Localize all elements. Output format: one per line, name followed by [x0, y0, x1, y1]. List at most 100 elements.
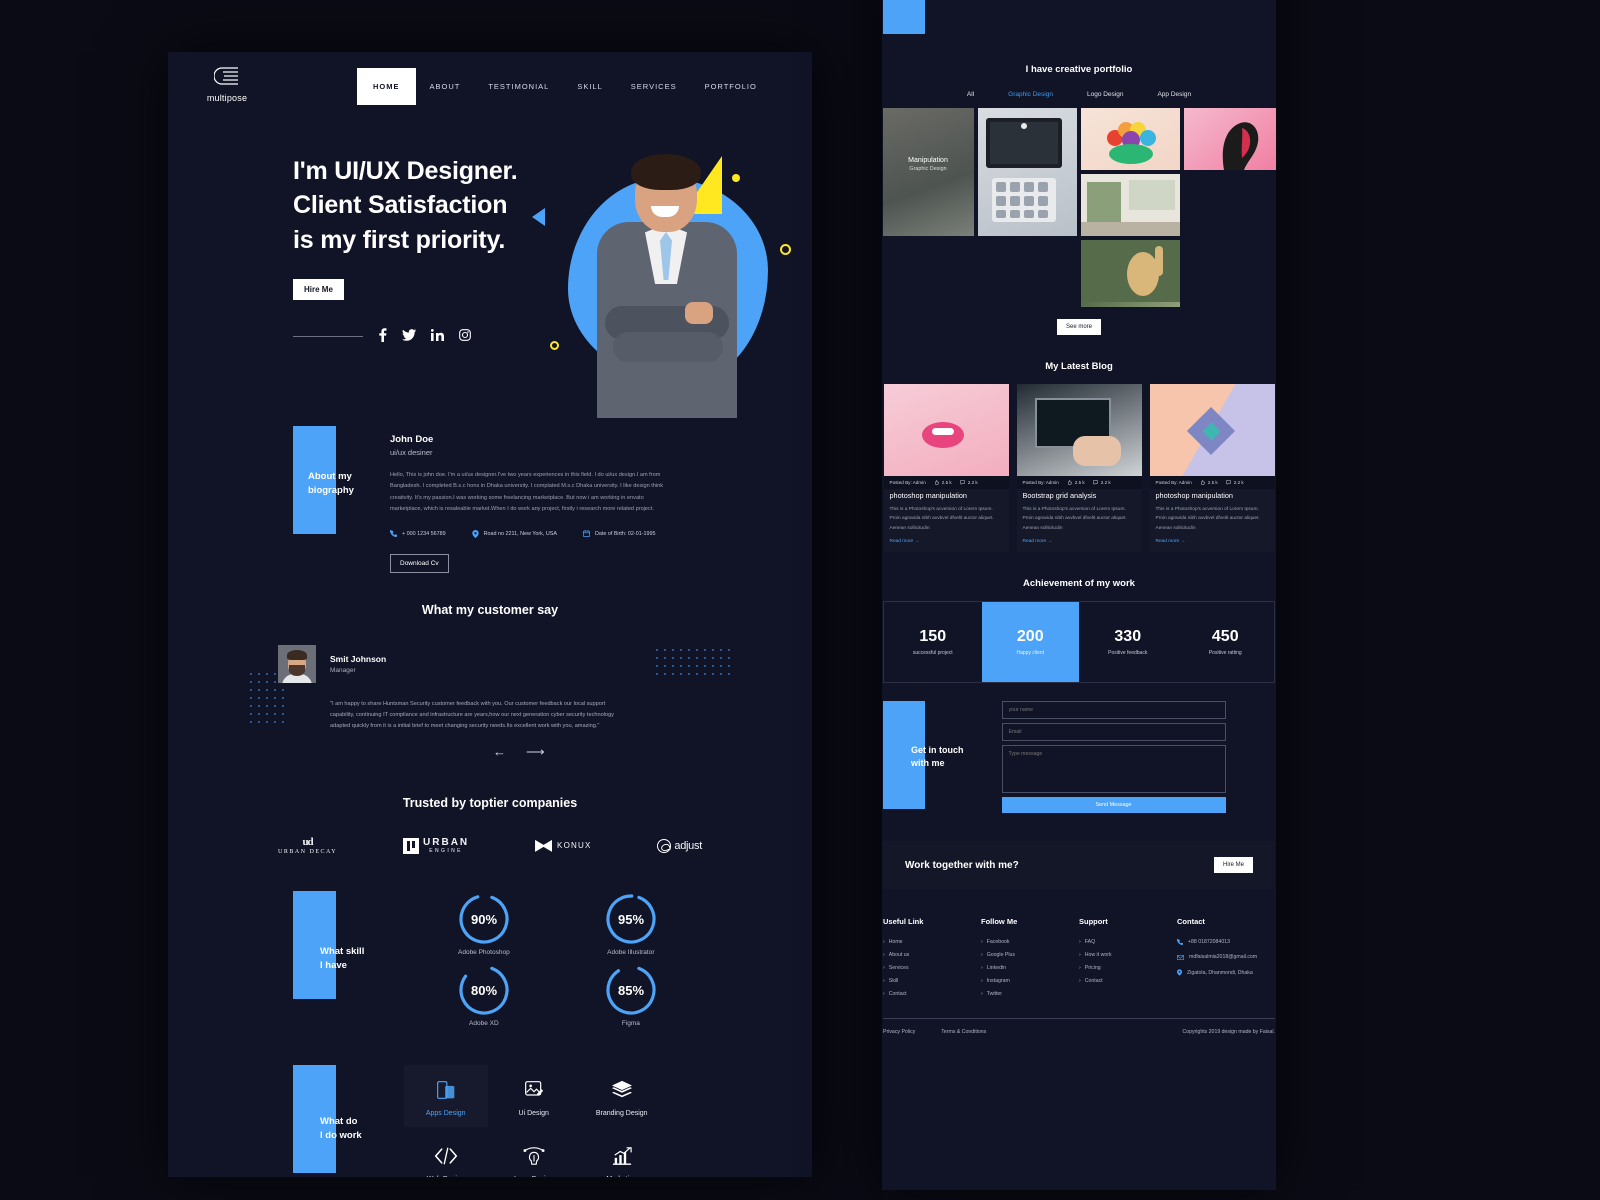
blog-likes: 2.5 k [1200, 480, 1218, 485]
footer-link-contact[interactable]: › Contact [883, 991, 981, 997]
service-card-marketing[interactable]: Marketing [580, 1131, 664, 1177]
footer-link-contact-support[interactable]: › Contact [1079, 978, 1177, 984]
nav-item-home[interactable]: HOME [357, 67, 416, 105]
footer-link-skill[interactable]: › Skill [883, 978, 981, 984]
portfolio-item-manipulation[interactable]: Manipulation Graphic Design [882, 108, 974, 236]
portfolio-item[interactable] [1080, 240, 1180, 307]
bio-phone: + 000 1234 56789 [390, 530, 446, 538]
email-input[interactable] [1001, 723, 1226, 742]
progress-ring-photoshop: 90% [459, 894, 509, 944]
hero-line-3: is my first priority. [293, 225, 506, 254]
testimonial-title: What my customer say [421, 602, 559, 617]
instagram-icon[interactable] [459, 328, 471, 344]
blog-card[interactable]: Posted By: Admin 2.5 k 2.2 k photoshop m… [883, 384, 1009, 553]
chevron-right-icon: › [883, 939, 885, 946]
chevron-right-icon: › [1079, 965, 1081, 972]
portfolio-filter-logo-design[interactable]: Logo Design [1087, 91, 1124, 98]
nav-item-portfolio[interactable]: PORTFOLIO [691, 70, 771, 103]
facebook-icon[interactable] [378, 328, 387, 345]
service-card-web-design-2[interactable]: Web Design [974, 0, 1058, 34]
portfolio-filters: All Graphic Design Logo Design App Desig… [882, 91, 1276, 98]
portfolio-item[interactable] [1183, 108, 1276, 170]
portfolio-item-category: Graphic Design [909, 165, 947, 172]
bar-chart-arrow-icon [584, 1143, 660, 1169]
portfolio-filter-app-design[interactable]: App Design [1157, 91, 1191, 98]
footer-column-useful-link: Useful Link › Home › About us › Services › S… [883, 917, 981, 1004]
progress-ring-xd: 80% [459, 965, 509, 1015]
location-pin-icon [1177, 969, 1182, 976]
service-label: Web Design [408, 1176, 484, 1177]
urban-engine-text: URBAN [423, 837, 470, 849]
code-brackets-icon [408, 1143, 484, 1169]
portfolio-filter-all[interactable]: All [967, 91, 974, 98]
bio-address: Road no 2211, New York, USA [471, 529, 557, 538]
blog-read-more-link[interactable]: Read more → [1017, 533, 1142, 552]
testimonial-author: Smit Johnson Manager [278, 644, 702, 683]
name-input[interactable] [1001, 701, 1226, 720]
nav-item-services[interactable]: SERVICES [617, 70, 691, 103]
services-section-continued: What do I do work Web Design Logo Design [883, 0, 1275, 34]
footer-link-how-it-work[interactable]: › How it work [1079, 952, 1177, 958]
blog-read-more-link[interactable]: Read more → [884, 533, 1009, 552]
footer-link-about-us[interactable]: › About us [883, 952, 981, 958]
footer-link-pricing[interactable]: › Pricing [1079, 965, 1177, 971]
footer-link-services[interactable]: › Services [883, 965, 981, 971]
brand-logo-urban-engine: URBAN ENGINE [403, 837, 469, 854]
blog-card[interactable]: Posted By: Admin 2.5 k 2.2 k photoshop m… [1149, 384, 1275, 553]
footer-link-google-plus[interactable]: › Google Plus [981, 952, 1079, 958]
portfolio-item[interactable] [977, 108, 1077, 236]
service-card-web-design[interactable]: Web Design [404, 1131, 488, 1177]
footer-link-home[interactable]: › Home [883, 939, 981, 945]
linkedin-icon[interactable] [430, 328, 444, 344]
nav-item-testimonial[interactable]: TESTIMONIAL [474, 70, 563, 103]
avatar [278, 644, 316, 683]
service-card-apps-design[interactable]: Apps Design [403, 1065, 488, 1128]
footer-link-facebook[interactable]: › Facebook [981, 939, 1079, 945]
blog-card[interactable]: Posted By: Admin 2.5 k 2.2 k Bootstrap g… [1016, 384, 1142, 553]
yellow-ring-small-icon [550, 341, 559, 350]
service-card-logo-design-2[interactable]: Logo Design [1062, 0, 1146, 34]
services-grid-2: Web Design Logo Design Marketing [974, 0, 1234, 34]
page-preview-bottom: What do I do work Web Design Logo Design [882, 0, 1276, 1190]
footer-link-twitter[interactable]: › Twitter [981, 991, 1079, 997]
testimonial-section: What my customer say Smit Johnson Manage… [168, 603, 812, 761]
terms-conditions-link[interactable]: Terms & Conditions [941, 1029, 986, 1035]
hero-line-1: I'm UI/UX Designer. [293, 157, 518, 185]
twitter-icon[interactable] [402, 328, 416, 344]
download-cv-button[interactable]: Download Cv [390, 553, 449, 573]
blog-thumbnail [1149, 384, 1275, 476]
blog-author: Posted By: Admin [1022, 480, 1059, 485]
skill-value: 90% [471, 912, 497, 927]
blog-read-more-link[interactable]: Read more → [1150, 533, 1275, 552]
portfolio-item[interactable] [1080, 108, 1180, 170]
blog-post-excerpt: This is a Photoshop's acversion of Lorem… [1155, 507, 1260, 531]
cta-hire-me-button[interactable]: Hire Me [1213, 857, 1253, 874]
service-card-logo-design[interactable]: Logo Design [492, 1131, 576, 1177]
service-card-branding-design[interactable]: Branding Design [580, 1065, 664, 1127]
hire-me-button[interactable]: Hire Me [293, 278, 344, 300]
next-arrow-icon[interactable]: ⟶ [526, 744, 545, 760]
blog-post-excerpt: This is a Photoshop's acversion of Lorem… [889, 507, 994, 531]
logo[interactable]: multipose [192, 66, 262, 106]
nav-item-about[interactable]: ABOUT [416, 70, 475, 103]
nav-item-skill[interactable]: SKILL [563, 70, 616, 103]
send-message-button[interactable]: Send Message [1001, 797, 1226, 814]
footer-link-instagram[interactable]: › Instagram [981, 978, 1079, 984]
services-section: What do I do work Apps Design Ui Design [168, 1027, 812, 1177]
logo-text: multipose [206, 93, 248, 103]
achievement-number: 330 [1114, 628, 1142, 646]
footer-contact-address: Zigatola, Dhanmondi, Dhaka [1177, 969, 1275, 976]
service-card-marketing-2[interactable]: Marketing [1150, 0, 1234, 34]
service-card-ui-design[interactable]: Ui Design [492, 1065, 576, 1127]
privacy-policy-link[interactable]: Privacy Policy [883, 1029, 915, 1035]
footer-link-linkedin[interactable]: › Linkedin [981, 965, 1079, 971]
page-preview-top: multipose HOME ABOUT TESTIMONIAL SKILL S… [168, 52, 812, 1177]
portfolio-item[interactable] [1080, 174, 1180, 236]
see-more-button[interactable]: See more [1056, 319, 1101, 335]
service-label: Logo Design [496, 1176, 572, 1177]
prev-arrow-icon[interactable]: ← [493, 744, 506, 760]
portfolio-filter-graphic-design[interactable]: Graphic Design [1008, 91, 1053, 98]
message-textarea[interactable] [1001, 745, 1226, 794]
footer-link-faq[interactable]: › FAQ [1079, 939, 1177, 945]
site-footer: Useful Link › Home › About us › Services › S… [883, 917, 1275, 1004]
